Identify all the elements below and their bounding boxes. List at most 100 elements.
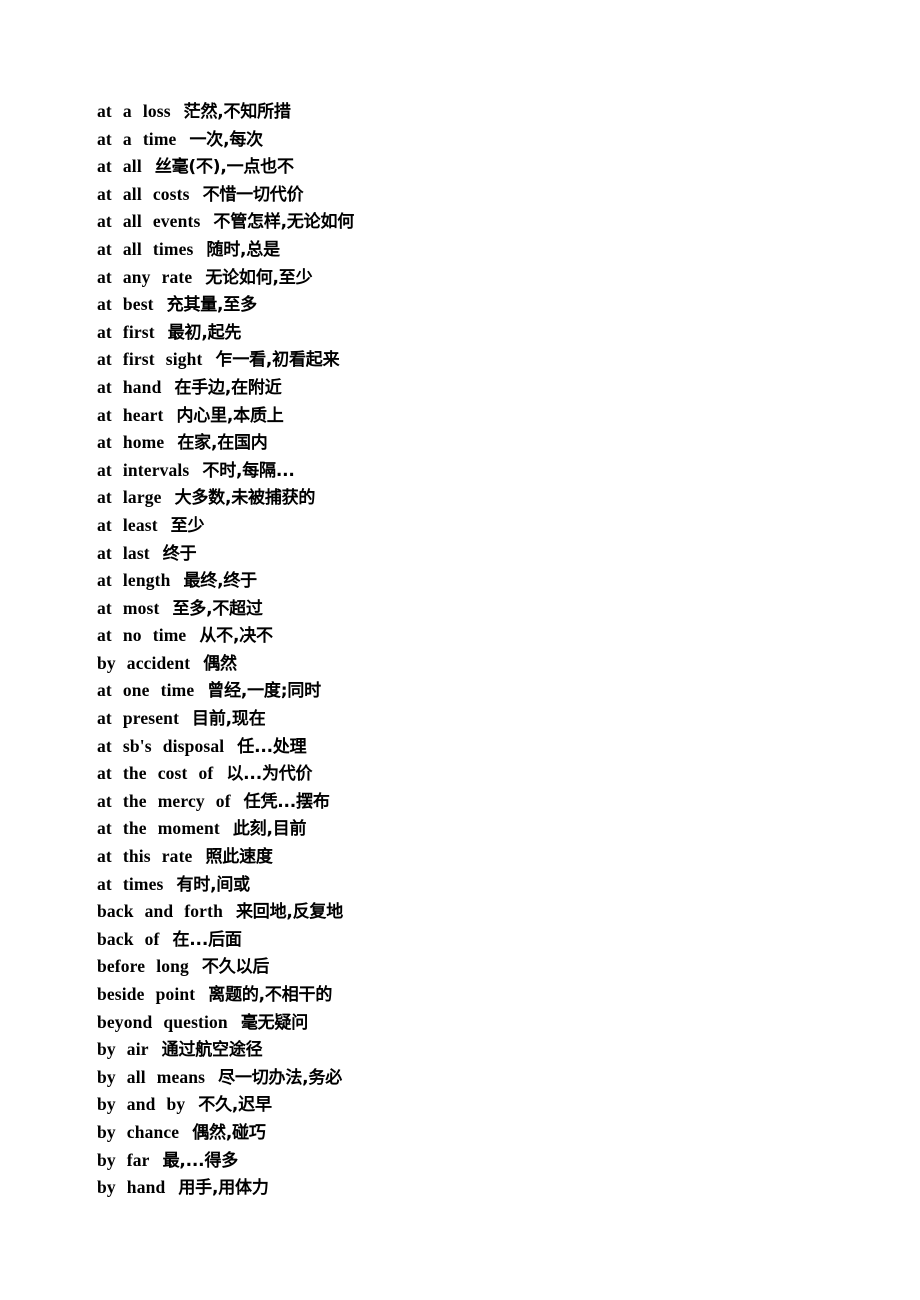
entry-gloss: 离题的,不相干的: [208, 985, 333, 1005]
phrase-entry-row: at one time 曾经,一度;同时: [97, 677, 877, 705]
entry-gloss: 有时,间或: [176, 874, 251, 895]
phrase-entry-row: at all times 随时,总是: [97, 236, 877, 264]
phrase-entry-row: at first sight 乍一看,初看起来: [97, 346, 877, 374]
entry-phrase: beyond question: [97, 1011, 228, 1032]
phrase-entry-row: before long 不久以后: [97, 953, 877, 981]
entry-phrase: by all means: [97, 1066, 206, 1087]
entry-phrase: at the mercy of: [97, 790, 231, 811]
phrase-entry-row: by hand 用手,用体力: [97, 1174, 877, 1202]
phrase-entry-row: at large 大多数,未被捕获的: [97, 484, 877, 512]
entry-phrase: by hand: [97, 1177, 166, 1198]
entry-phrase: at a time: [97, 128, 177, 149]
phrase-entry-row: at intervals 不时,每隔...: [97, 457, 877, 485]
entry-phrase: at best: [97, 294, 154, 315]
phrase-entry-row: at first 最初,起先: [97, 319, 877, 347]
phrase-entry-list: at a loss 茫然,不知所措 at a time 一次,每次 at all 丝毫(不…: [97, 98, 877, 1202]
entry-phrase: at intervals: [97, 459, 190, 480]
entry-phrase: beside point: [97, 984, 196, 1004]
phrase-entry-row: at all 丝毫(不),一点也不: [97, 153, 877, 181]
phrase-entry-row: at present 目前,现在: [97, 705, 877, 733]
entry-gloss: 丝毫(不),一点也不: [154, 157, 294, 178]
entry-gloss: 最初,起先: [167, 322, 242, 343]
phrase-entry-row: beside point 离题的,不相干的: [97, 981, 877, 1009]
phrase-entry-row: at a loss 茫然,不知所措: [97, 98, 877, 126]
entry-phrase: at this rate: [97, 846, 193, 867]
entry-gloss: 毫无疑问: [240, 1012, 309, 1033]
entry-phrase: at one time: [97, 680, 195, 701]
phrase-entry-row: back and forth 来回地,反复地: [97, 898, 877, 926]
entry-phrase: by and by: [97, 1094, 186, 1115]
entry-phrase: at first: [97, 321, 155, 342]
phrase-entry-row: by all means 尽一切办法,务必: [97, 1064, 877, 1092]
entry-phrase: at a loss: [97, 101, 171, 121]
phrase-entry-row: at any rate 无论如何,至少: [97, 264, 877, 292]
entry-gloss: 内心里,本质上: [176, 405, 284, 426]
entry-gloss: 偶然: [203, 653, 237, 674]
entry-gloss: 从不,决不: [199, 626, 273, 647]
phrase-entry-row: back of 在...后面: [97, 926, 877, 954]
entry-phrase: at no time: [97, 625, 187, 646]
entry-gloss: 此刻,目前: [232, 819, 307, 840]
entry-gloss: 在手边,在附近: [174, 377, 282, 398]
entry-gloss: 通过航空途径: [161, 1040, 263, 1061]
entry-gloss: 以...为代价: [226, 764, 313, 785]
phrase-entry-row: at all events 不管怎样,无论如何: [97, 208, 877, 236]
entry-gloss: 偶然,碰巧: [192, 1122, 266, 1143]
phrase-entry-row: at most 至多,不超过: [97, 595, 877, 623]
phrase-entry-row: at length 最终,终于: [97, 567, 877, 595]
entry-gloss: 照此速度: [205, 847, 273, 868]
entry-gloss: 任...处理: [237, 736, 307, 757]
entry-gloss: 无论如何,至少: [205, 267, 313, 288]
entry-phrase: by accident: [97, 652, 191, 673]
entry-gloss: 不惜一切代价: [202, 184, 304, 205]
entry-gloss: 最,...得多: [162, 1150, 239, 1171]
entry-gloss: 来回地,反复地: [235, 902, 344, 923]
phrase-entry-row: at hand 在手边,在附近: [97, 374, 877, 402]
phrase-entry-row: by and by 不久,迟早: [97, 1091, 877, 1119]
phrase-entry-row: by chance 偶然,碰巧: [97, 1119, 877, 1147]
phrase-entry-row: by accident 偶然: [97, 650, 877, 678]
entry-gloss: 用手,用体力: [178, 1178, 269, 1199]
phrase-entry-row: at last 终于: [97, 540, 877, 568]
phrase-entry-row: at heart 内心里,本质上: [97, 402, 877, 430]
phrase-entry-row: at best 充其量,至多: [97, 291, 877, 319]
entry-phrase: at any rate: [97, 266, 193, 287]
phrase-entry-row: at home 在家,在国内: [97, 429, 877, 457]
entry-gloss: 至多,不超过: [172, 598, 263, 619]
phrase-entry-row: at the mercy of 任凭...摆布: [97, 788, 877, 816]
phrase-entry-row: beyond question 毫无疑问: [97, 1009, 877, 1037]
entry-phrase: at length: [97, 570, 171, 591]
phrase-entry-row: at least 至少: [97, 512, 877, 540]
entry-gloss: 茫然,不知所措: [183, 102, 291, 122]
entry-gloss: 不久,迟早: [198, 1095, 272, 1116]
entry-phrase: at all times: [97, 238, 194, 259]
phrase-entry-row: at this rate 照此速度: [97, 843, 877, 871]
entry-gloss: 大多数,未被捕获的: [174, 488, 316, 509]
entry-gloss: 尽一切办法,务必: [218, 1067, 343, 1088]
entry-gloss: 不管怎样,无论如何: [213, 212, 355, 233]
phrase-entry-row: at times 有时,间或: [97, 871, 877, 899]
entry-phrase: at home: [97, 432, 165, 453]
entry-phrase: at heart: [97, 404, 164, 425]
entry-phrase: at all costs: [97, 183, 190, 204]
entry-phrase: back of: [97, 928, 160, 949]
entry-phrase: before long: [97, 956, 189, 977]
entry-phrase: at all: [97, 156, 142, 177]
entry-phrase: at last: [97, 542, 150, 563]
entry-phrase: at most: [97, 597, 160, 618]
entry-phrase: at hand: [97, 376, 162, 397]
document-page: at a loss 茫然,不知所措 at a time 一次,每次 at all 丝毫(不…: [0, 0, 920, 1300]
entry-phrase: by air: [97, 1039, 149, 1060]
entry-phrase: at all events: [97, 211, 201, 232]
entry-gloss: 至少: [170, 515, 205, 536]
entry-gloss: 最终,终于: [183, 571, 257, 592]
phrase-entry-row: at sb's disposal 任...处理: [97, 733, 877, 761]
phrase-entry-row: by air 通过航空途径: [97, 1036, 877, 1064]
entry-phrase: at times: [97, 873, 164, 894]
entry-gloss: 终于: [162, 543, 197, 564]
phrase-entry-row: by far 最,...得多: [97, 1147, 877, 1175]
phrase-entry-row: at no time 从不,决不: [97, 622, 877, 650]
phrase-entry-row: at a time 一次,每次: [97, 126, 877, 154]
phrase-entry-row: at all costs 不惜一切代价: [97, 181, 877, 209]
entry-gloss: 曾经,一度;同时: [207, 681, 321, 702]
